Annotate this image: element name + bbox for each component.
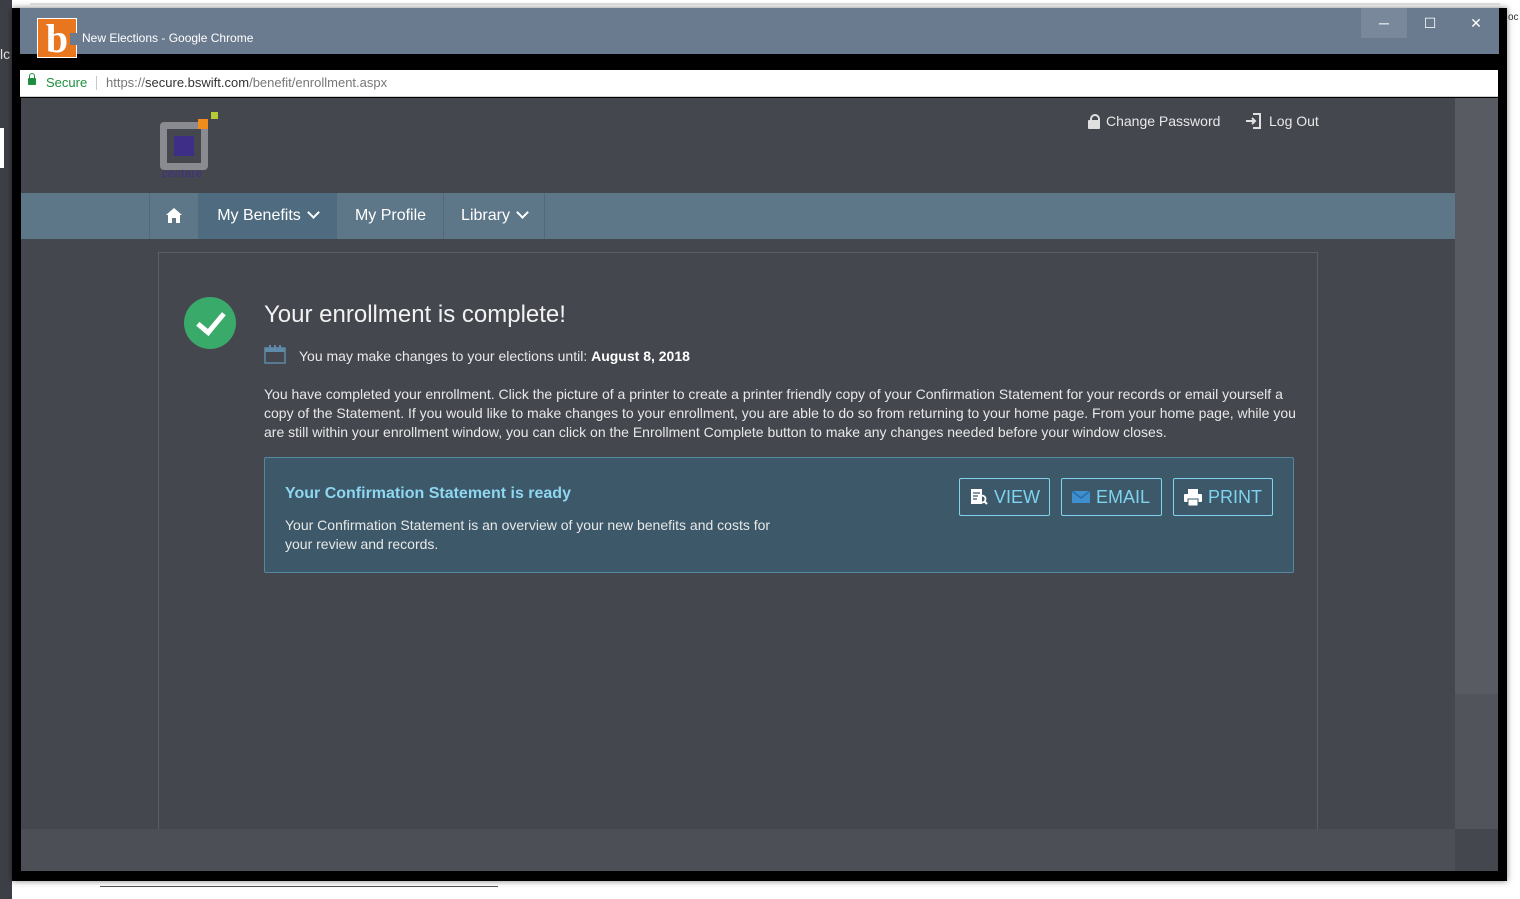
home-icon xyxy=(166,208,182,224)
nav-my-profile[interactable]: My Profile xyxy=(338,193,444,239)
view-button[interactable]: VIEW xyxy=(959,478,1050,516)
title-bar[interactable]: b New Elections - Google Chrome ─ ☐ ✕ xyxy=(20,8,1499,59)
chevron-down-icon xyxy=(516,206,529,219)
background-window-edge xyxy=(30,3,1500,5)
printer-icon xyxy=(1184,488,1202,506)
email-button-label: EMAIL xyxy=(1096,487,1151,507)
nav-library-label: Library xyxy=(461,207,510,224)
nav-my-benefits[interactable]: My Benefits xyxy=(198,193,337,239)
page-viewport: centare Change Password Log Out My Benef… xyxy=(21,98,1498,871)
app-logo-letter: b xyxy=(45,16,69,61)
scrollbar-thumb[interactable] xyxy=(1455,98,1498,694)
print-button-label: PRINT xyxy=(1208,487,1262,507)
url-path: /benefit/enrollment.aspx xyxy=(249,75,388,90)
background-divider xyxy=(100,886,498,887)
minimize-button[interactable]: ─ xyxy=(1361,8,1407,38)
secure-label[interactable]: Secure xyxy=(46,70,87,96)
email-button[interactable]: EMAIL xyxy=(1061,478,1162,516)
background-text-left: lc xyxy=(0,46,11,62)
url-scheme: https:// xyxy=(106,75,146,90)
chevron-down-icon xyxy=(306,206,320,219)
change-password-link[interactable]: Change Password xyxy=(1088,112,1220,130)
change-deadline-date: August 8, 2018 xyxy=(591,348,690,364)
url-host: secure.bswift.com xyxy=(145,75,250,90)
envelope-icon xyxy=(1072,490,1090,503)
close-button[interactable]: ✕ xyxy=(1453,8,1499,38)
browser-window: b New Elections - Google Chrome ─ ☐ ✕ Se… xyxy=(12,8,1507,881)
centare-logo-text: centare xyxy=(162,168,203,180)
confirmation-title: Your Confirmation Statement is ready xyxy=(285,485,571,502)
nav-home[interactable] xyxy=(149,193,199,239)
window-title: New Elections - Google Chrome xyxy=(82,31,254,45)
change-deadline-text: You may make changes to your elections u… xyxy=(299,348,588,364)
log-out-icon xyxy=(1246,113,1261,129)
change-password-label: Change Password xyxy=(1106,113,1221,129)
url-text[interactable]: https://secure.bswift.com/benefit/enroll… xyxy=(106,70,387,96)
enrollment-complete-card: Your enrollment is complete! You may mak… xyxy=(158,252,1318,871)
view-button-label: VIEW xyxy=(994,487,1041,507)
background-text-right: oc xyxy=(1508,12,1519,23)
change-deadline: You may make changes to your elections u… xyxy=(299,348,690,364)
page-footer-area xyxy=(21,829,1455,871)
bswift-app-icon: b xyxy=(37,16,78,61)
document-search-icon xyxy=(971,489,988,505)
print-button[interactable]: PRINT xyxy=(1173,478,1273,516)
address-separator xyxy=(96,76,97,90)
address-bar[interactable]: Secure https://secure.bswift.com/benefit… xyxy=(20,70,1498,97)
confirmation-statement-panel: Your Confirmation Statement is ready You… xyxy=(264,457,1294,573)
enrollment-instructions: You have completed your enrollment. Clic… xyxy=(264,386,1296,440)
main-nav: My Benefits My Profile Library xyxy=(21,193,1455,239)
log-out-link[interactable]: Log Out xyxy=(1245,112,1319,130)
background-scrollbar xyxy=(0,128,4,168)
confirmation-description: Your Confirmation Statement is an overvi… xyxy=(285,517,771,552)
log-out-label: Log Out xyxy=(1269,113,1319,129)
maximize-button[interactable]: ☐ xyxy=(1407,8,1453,38)
nav-my-benefits-label: My Benefits xyxy=(217,207,301,224)
padlock-icon xyxy=(1088,113,1100,129)
nav-my-profile-label: My Profile xyxy=(354,207,427,224)
page-title: Your enrollment is complete! xyxy=(264,301,566,328)
secure-lock-icon xyxy=(28,73,36,85)
nav-library[interactable]: Library xyxy=(444,193,545,239)
calendar-icon xyxy=(264,345,286,364)
checkmark-icon xyxy=(184,297,236,349)
